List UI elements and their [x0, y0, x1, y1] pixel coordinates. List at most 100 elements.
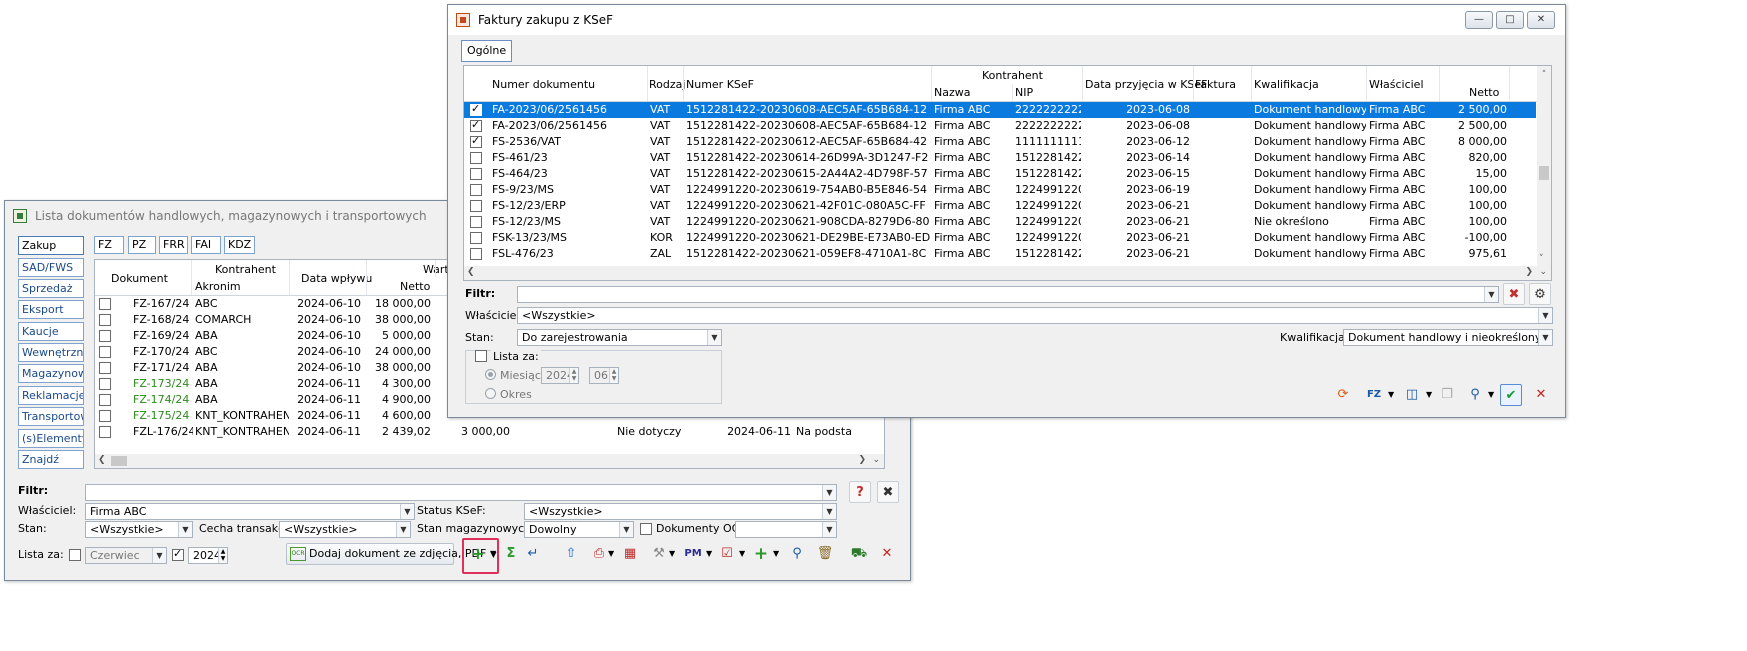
side-tab-9[interactable]: (s)Elementy	[18, 429, 84, 448]
status-ksef-select[interactable]: <Wszystkie> ▼	[524, 503, 837, 520]
tools-icon[interactable]: ⚒	[648, 543, 670, 565]
table-row[interactable]: FSL-476/23 ZAL 1512281422-20230621-059EF8-…	[464, 246, 1536, 262]
col-kwalifikacja[interactable]: Kwalifikacja	[1254, 78, 1319, 91]
col-data-wplywu[interactable]: Data wpływu	[301, 272, 372, 285]
vertical-scrollbar[interactable]: ˄ ˅	[1537, 66, 1551, 266]
wlasciciel-select[interactable]: Firma ABC ▼	[85, 503, 415, 520]
table-row[interactable]: FS-464/23 VAT 1512281422-20230615-2A44A2-4…	[464, 166, 1536, 182]
month-spinner[interactable]: 06 ▲ ▼	[589, 367, 619, 384]
clear-filter-icon[interactable]: ✖	[877, 481, 899, 503]
year-spinner[interactable]: 2024 ▲ ▼	[541, 367, 579, 384]
chevron-down-icon[interactable]: ▼	[400, 504, 414, 519]
refresh-icon[interactable]: ⟳	[1332, 384, 1354, 406]
side-tab-10[interactable]: Znajdź	[18, 450, 84, 469]
tab-ogolne[interactable]: Ogólne	[461, 40, 513, 62]
chevron-down-icon[interactable]: ▼	[822, 504, 836, 519]
ocr-checkbox[interactable]	[640, 523, 652, 535]
clear-filter-icon[interactable]: ✖	[1503, 283, 1525, 305]
side-tab-4[interactable]: Kaucje	[18, 322, 84, 341]
top-tab-1[interactable]: PZ	[128, 236, 156, 254]
col-ksef[interactable]: Numer KSeF	[686, 78, 754, 91]
row-checkbox[interactable]	[470, 200, 482, 212]
delete-icon[interactable]: 🗑	[814, 543, 836, 565]
cancel-icon[interactable]: ✕	[1530, 384, 1552, 406]
chevron-down-icon[interactable]: ▼	[396, 522, 410, 537]
col-nip[interactable]: NIP	[1015, 86, 1033, 99]
row-checkbox[interactable]	[470, 168, 482, 180]
sum-icon[interactable]: Σ	[500, 543, 522, 565]
maximize-button[interactable]: □	[1496, 11, 1524, 29]
top-tab-0[interactable]: FZ	[94, 236, 124, 254]
side-tab-5[interactable]: Wewnętrzne	[18, 343, 84, 362]
stan-select[interactable]: <Wszystkie> ▼	[85, 521, 193, 538]
ocr-add-document-button[interactable]: OCR Dodaj dokument ze zdjęcia, PDF ▼	[286, 543, 497, 565]
filtr-input[interactable]: ▼	[517, 286, 1499, 303]
chevron-down-icon[interactable]: ▼	[822, 522, 836, 537]
col-data[interactable]: Data przyjęcia w KSeF	[1085, 78, 1208, 91]
chevron-down-icon[interactable]: ▼	[773, 549, 779, 558]
table-row[interactable]: FSK-13/23/MS KOR 1224991220-20230621-DE29B…	[464, 230, 1536, 246]
row-checkbox[interactable]	[470, 152, 482, 164]
filtr-input[interactable]: ▼	[85, 484, 837, 501]
table-row[interactable]: FZL-176/24 KNT_KONTRAHENT 2024-06-11 2 439,…	[95, 424, 884, 440]
row-checkbox[interactable]	[99, 394, 111, 406]
side-tab-0[interactable]: Zakup	[18, 236, 84, 255]
lista-za-checkbox[interactable]	[69, 549, 81, 561]
row-checkbox[interactable]	[470, 102, 482, 116]
close-icon[interactable]: ✕	[876, 543, 898, 565]
row-checkbox[interactable]	[99, 330, 111, 342]
side-tab-8[interactable]: Transportowe	[18, 407, 84, 426]
document-icon[interactable]: ◫	[1401, 384, 1423, 406]
table-row[interactable]: FS-12/23/ERP VAT 1224991220-20230621-42F01…	[464, 198, 1536, 214]
chevron-down-icon[interactable]: ▼	[1484, 287, 1498, 302]
row-checkbox[interactable]	[99, 426, 111, 438]
copy-icon[interactable]: ❐	[1436, 384, 1458, 406]
col-kontrahent[interactable]: Kontrahent	[982, 69, 1043, 82]
chevron-down-icon[interactable]: ▼	[619, 522, 633, 537]
cecha-select[interactable]: <Wszystkie> ▼	[279, 521, 411, 538]
minimize-button[interactable]: —	[1465, 11, 1493, 29]
columns-icon[interactable]: ▦	[619, 543, 641, 565]
row-checkbox[interactable]	[470, 134, 482, 148]
chevron-down-icon[interactable]: ▼	[707, 330, 721, 345]
chevron-down-icon[interactable]: ▼	[669, 549, 675, 558]
col-wlasciciel[interactable]: Właściciel	[1369, 78, 1424, 91]
table-row[interactable]: FA-2023/06/2561456 VAT 1512281422-20230608…	[464, 118, 1536, 134]
row-checkbox[interactable]	[99, 298, 111, 310]
col-kontrahent[interactable]: Kontrahent	[215, 263, 276, 276]
row-checkbox[interactable]	[99, 346, 111, 358]
confirm-icon[interactable]: ✔	[1500, 384, 1522, 406]
chevron-down-icon[interactable]: ▼	[1388, 390, 1394, 399]
row-checkbox[interactable]	[470, 232, 482, 244]
side-tab-7[interactable]: Reklamacje	[18, 386, 84, 405]
wlasciciel-select[interactable]: <Wszystkie> ▼	[517, 307, 1553, 324]
stan-magazynowych-select[interactable]: Dowolny ▼	[524, 521, 634, 538]
table-row[interactable]: FA-2023/06/2561456 VAT 1512281422-20230608…	[464, 102, 1536, 118]
side-tab-1[interactable]: SAD/FWS	[18, 258, 84, 277]
side-tab-2[interactable]: Sprzedaż	[18, 279, 84, 298]
chevron-down-icon[interactable]: ▼	[706, 549, 712, 558]
search-icon[interactable]: ⚲	[786, 543, 808, 565]
horizontal-scrollbar[interactable]: ❮ ❯ ⌄	[95, 454, 884, 468]
month-select[interactable]: Czerwiec ▼	[85, 547, 167, 564]
import-icon[interactable]: ↵	[522, 543, 544, 565]
export-icon[interactable]: ⇧	[560, 543, 582, 565]
table-row[interactable]: FS-9/23/MS VAT 1224991220-20230619-754AB0-…	[464, 182, 1536, 198]
ocr-select[interactable]: ▼	[735, 521, 837, 538]
row-checkbox[interactable]	[470, 248, 482, 260]
side-tab-6[interactable]: Magazynowe	[18, 364, 84, 383]
chevron-down-icon[interactable]: ▼	[1426, 390, 1432, 399]
top-tab-3[interactable]: FAI	[191, 236, 221, 254]
row-checkbox[interactable]	[99, 314, 111, 326]
top-tab-4[interactable]: KDZ	[224, 236, 255, 254]
horizontal-scrollbar[interactable]: ❮ ❯ ⌄	[464, 266, 1551, 280]
pm-icon[interactable]: PM	[682, 543, 704, 565]
col-rodzaj[interactable]: Rodzaj	[649, 78, 685, 91]
filter-settings-icon[interactable]: ⚙	[1529, 283, 1551, 305]
row-checkbox[interactable]	[99, 362, 111, 374]
okres-radio[interactable]	[485, 388, 496, 399]
row-checkbox[interactable]	[470, 216, 482, 228]
fz-generate-icon[interactable]: FZ	[1363, 384, 1385, 406]
kwalifikacja-select[interactable]: Dokument handlowy i nieokreślony ▼	[1343, 329, 1553, 346]
truck-icon[interactable]: ⛟	[848, 543, 870, 565]
